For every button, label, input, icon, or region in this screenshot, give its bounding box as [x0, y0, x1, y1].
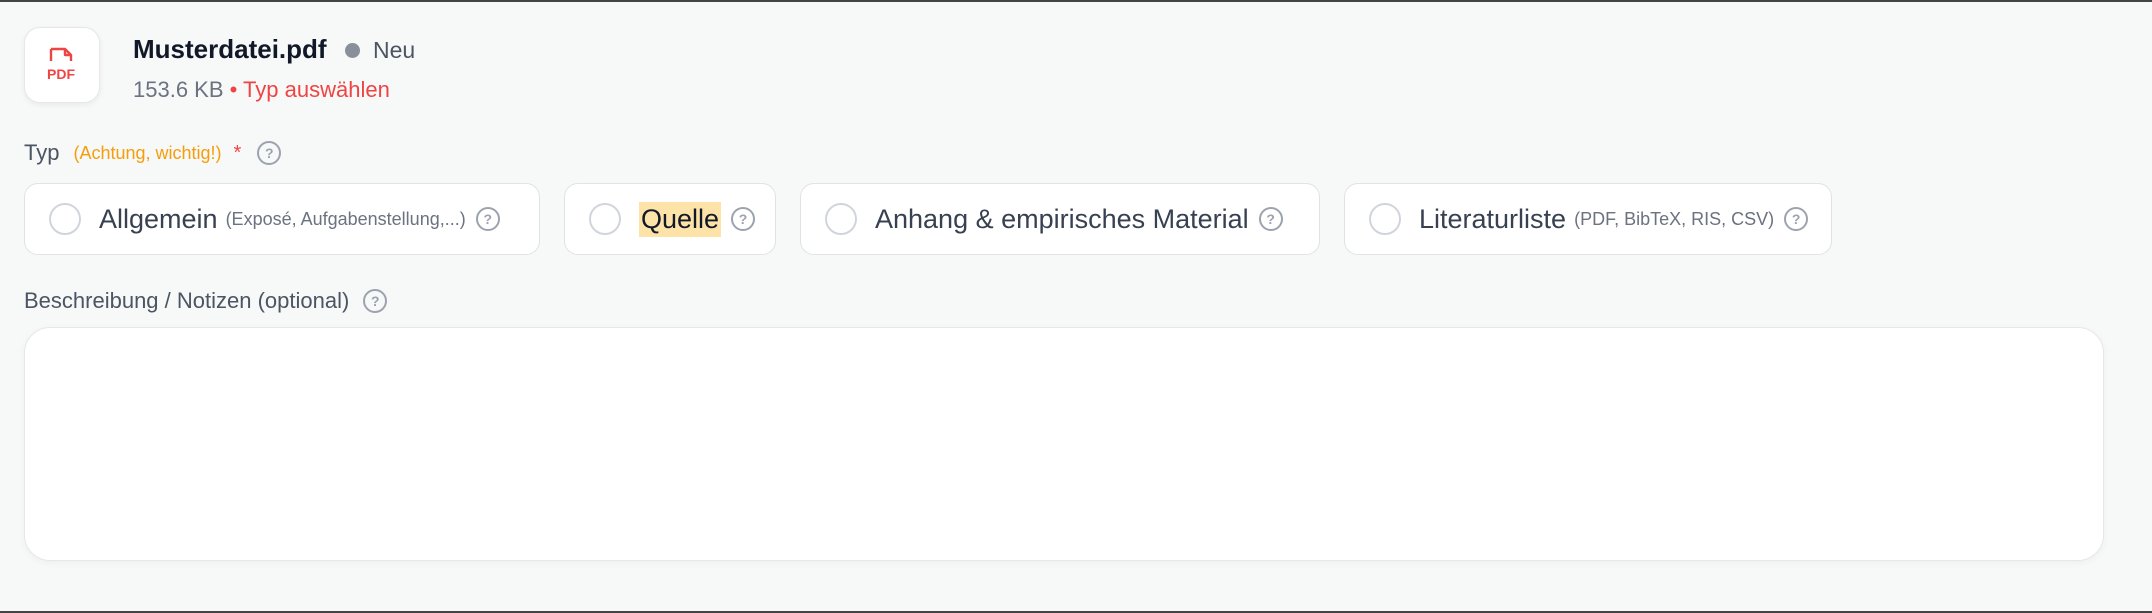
radio-button[interactable] — [1369, 203, 1401, 235]
option-hint: (PDF, BibTeX, RIS, CSV) — [1574, 208, 1775, 229]
pdf-icon-text: PDF — [47, 66, 75, 82]
radio-button[interactable] — [825, 203, 857, 235]
pdf-file-icon: PDF — [24, 27, 100, 103]
option-label: Anhang & empirisches Material — [875, 203, 1249, 234]
option-label: Literaturliste — [1419, 203, 1567, 234]
type-label-hint: (Achtung, wichtig!) — [73, 142, 222, 163]
type-field-label: Typ (Achtung, wichtig!) * ? — [24, 140, 282, 166]
type-warning[interactable]: • Typ auswählen — [230, 77, 390, 102]
help-icon[interactable]: ? — [1258, 207, 1283, 231]
type-option-literaturliste[interactable]: Literaturliste (PDF, BibTeX, RIS, CSV) ? — [1344, 183, 1832, 255]
type-label-text: Typ — [24, 140, 60, 165]
pdf-icon: PDF — [47, 47, 75, 82]
help-icon[interactable]: ? — [1784, 207, 1809, 231]
help-icon[interactable]: ? — [731, 207, 756, 231]
file-meta: 153.6 KB • Typ auswählen — [133, 77, 390, 103]
help-icon[interactable]: ? — [363, 289, 388, 313]
option-hint: (Exposé, Aufgabenstellung,...) — [225, 208, 466, 229]
description-label-text: Beschreibung / Notizen (optional) — [24, 288, 350, 313]
help-icon[interactable]: ? — [257, 141, 282, 165]
file-name: Musterdatei.pdf — [133, 34, 327, 64]
type-option-quelle[interactable]: Quelle ? — [564, 183, 776, 255]
option-label: Allgemein — [99, 203, 218, 234]
top-border — [0, 0, 2152, 2]
status-badge: Neu — [373, 37, 416, 63]
option-label: Quelle — [639, 201, 722, 237]
type-option-anhang[interactable]: Anhang & empirisches Material ? — [800, 183, 1320, 255]
radio-button[interactable] — [589, 203, 621, 235]
file-size: 153.6 KB — [133, 77, 224, 102]
description-textarea[interactable] — [24, 327, 2104, 561]
help-icon[interactable]: ? — [475, 207, 500, 231]
status-dot-icon — [345, 43, 360, 58]
description-field-label: Beschreibung / Notizen (optional) ? — [24, 288, 388, 314]
type-option-allgemein[interactable]: Allgemein (Exposé, Aufgabenstellung,...)… — [24, 183, 540, 255]
required-mark: * — [233, 141, 242, 164]
radio-button[interactable] — [49, 203, 81, 235]
